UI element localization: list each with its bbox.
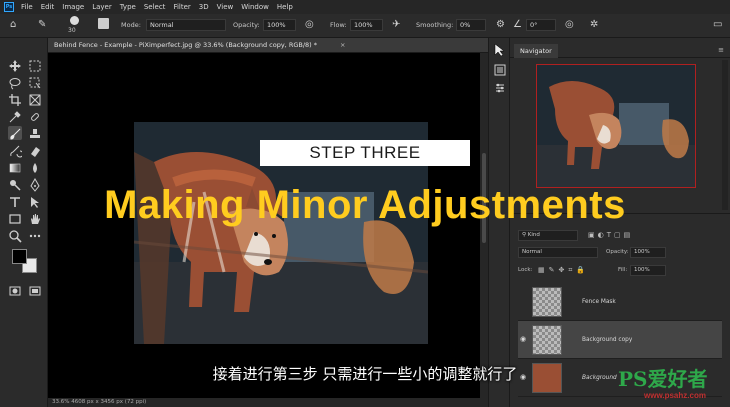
layer-filter-kind: Kind	[527, 232, 540, 238]
blur-tool-icon[interactable]	[28, 160, 42, 174]
more-tools-icon[interactable]	[28, 228, 42, 242]
brush-size-label: 30	[68, 27, 76, 34]
navigator-thumbnail[interactable]	[536, 64, 696, 188]
panel-menu-icon[interactable]: ▭	[713, 19, 722, 31]
menu-select[interactable]: Select	[140, 3, 170, 11]
object-select-tool-icon[interactable]	[28, 75, 42, 89]
eraser-tool-icon[interactable]	[28, 143, 42, 157]
brush-preset-icon[interactable]	[70, 16, 79, 25]
gradient-tool-icon[interactable]	[8, 160, 22, 174]
navigator-header: Navigator ≡	[510, 44, 730, 58]
mode-select[interactable]: Normal	[146, 19, 226, 31]
zoom-tool-icon[interactable]	[8, 228, 22, 243]
smoothing-settings-icon[interactable]: ⚙	[496, 19, 505, 31]
brush-settings-icon[interactable]	[98, 18, 109, 29]
airbrush-icon[interactable]: ✈	[392, 19, 400, 31]
layer-filter-select[interactable]: ⚲ Kind	[518, 230, 578, 241]
menu-view[interactable]: View	[213, 3, 238, 11]
document-tab-title: Behind Fence - Example - PiXimperfect.jp…	[54, 41, 318, 49]
menu-image[interactable]: Image	[58, 3, 88, 11]
smoothing-label: Smoothing:	[416, 21, 454, 29]
watermark-url: www.psahz.com	[644, 391, 706, 400]
history-panel-icon[interactable]	[493, 62, 507, 76]
menu-layer[interactable]: Layer	[88, 3, 116, 11]
move-tool-icon[interactable]	[8, 58, 22, 72]
screen-mode-icon[interactable]	[28, 283, 42, 297]
brush-tool-icon[interactable]: ✎	[38, 19, 46, 31]
layer-row-fence-mask[interactable]: Fence Mask	[518, 283, 722, 321]
foreground-color-swatch-front[interactable]	[12, 249, 27, 264]
pressure-size-icon[interactable]: ◎	[565, 19, 574, 31]
home-icon[interactable]: ⌂	[10, 19, 16, 31]
marquee-tool-icon[interactable]	[28, 58, 42, 72]
menu-edit[interactable]: Edit	[37, 3, 59, 11]
navigator-tab[interactable]: Navigator	[514, 44, 558, 58]
brush-tool-icon[interactable]	[8, 126, 22, 140]
fill-field[interactable]: 100%	[630, 265, 666, 276]
menu-file[interactable]: File	[17, 3, 37, 11]
mode-label: Mode:	[121, 21, 141, 29]
fill-label: Fill:	[618, 267, 628, 273]
frame-tool-icon[interactable]	[28, 92, 42, 106]
angle-icon[interactable]: ∠	[513, 19, 522, 31]
layer-row-background-copy[interactable]: ◉ Background copy	[518, 321, 722, 359]
eyedropper-tool-icon[interactable]	[8, 109, 22, 123]
flow-label: Flow:	[330, 21, 347, 29]
layer-opacity-label: Opacity:	[606, 249, 629, 255]
opacity-field[interactable]: 100%	[263, 19, 296, 31]
cursor-arrow-icon	[493, 42, 507, 57]
history-brush-tool-icon[interactable]	[8, 143, 24, 158]
close-tab-icon[interactable]: ×	[340, 38, 345, 53]
site-watermark: PS爱好者 www.psahz.com	[618, 368, 726, 404]
layer-thumbnail	[532, 325, 562, 355]
panel-options-icon[interactable]: ≡	[718, 46, 724, 54]
layer-name: Fence Mask	[582, 299, 616, 305]
watermark-logo: PS爱好者	[618, 367, 708, 391]
menu-type[interactable]: Type	[116, 3, 140, 11]
lesson-title: Making Minor Adjustments	[104, 183, 626, 227]
menu-window[interactable]: Window	[237, 3, 273, 11]
menu-bar: Ps File Edit Image Layer Type Select Fil…	[0, 0, 730, 14]
lock-label: Lock:	[518, 267, 533, 273]
clone-stamp-tool-icon[interactable]	[28, 126, 42, 140]
menu-help[interactable]: Help	[273, 3, 297, 11]
angle-field[interactable]: 0°	[526, 19, 556, 31]
status-bar: 33.6% 4608 px x 3456 px (72 ppi)	[48, 398, 488, 407]
layer-thumbnail	[532, 287, 562, 317]
adjustments-panel-icon[interactable]	[493, 80, 507, 94]
opacity-label: Opacity:	[233, 21, 260, 29]
quick-mask-icon[interactable]	[8, 283, 22, 297]
options-bar: ⌂ ✎ 30 Mode: Normal Opacity: 100% ◎ Flow…	[0, 14, 730, 38]
lock-icons[interactable]: ▦✎✥⌗🔒	[538, 265, 589, 276]
eye-icon[interactable]: ◉	[520, 335, 526, 343]
menu-filter[interactable]: Filter	[169, 3, 194, 11]
blend-mode-select[interactable]: Normal	[518, 247, 598, 258]
navigator-preview-image	[537, 65, 695, 187]
layer-opacity-field[interactable]: 100%	[630, 247, 666, 258]
photoshop-logo-icon: Ps	[4, 2, 14, 12]
menu-3d[interactable]: 3D	[195, 3, 213, 11]
smoothing-field[interactable]: 0%	[456, 19, 486, 31]
document-tab[interactable]: Behind Fence - Example - PiXimperfect.jp…	[48, 38, 488, 53]
step-label: STEP THREE	[260, 140, 470, 166]
pressure-opacity-icon[interactable]: ◎	[305, 19, 314, 31]
crop-tool-icon[interactable]	[8, 92, 22, 106]
healing-brush-tool-icon[interactable]	[28, 109, 42, 123]
flow-field[interactable]: 100%	[350, 19, 383, 31]
layer-name: Background copy	[582, 337, 633, 343]
layer-filter-icons[interactable]: ▣◐T▢▤	[588, 230, 633, 241]
lasso-tool-icon[interactable]	[8, 75, 22, 90]
symmetry-icon[interactable]: ✲	[590, 19, 598, 31]
